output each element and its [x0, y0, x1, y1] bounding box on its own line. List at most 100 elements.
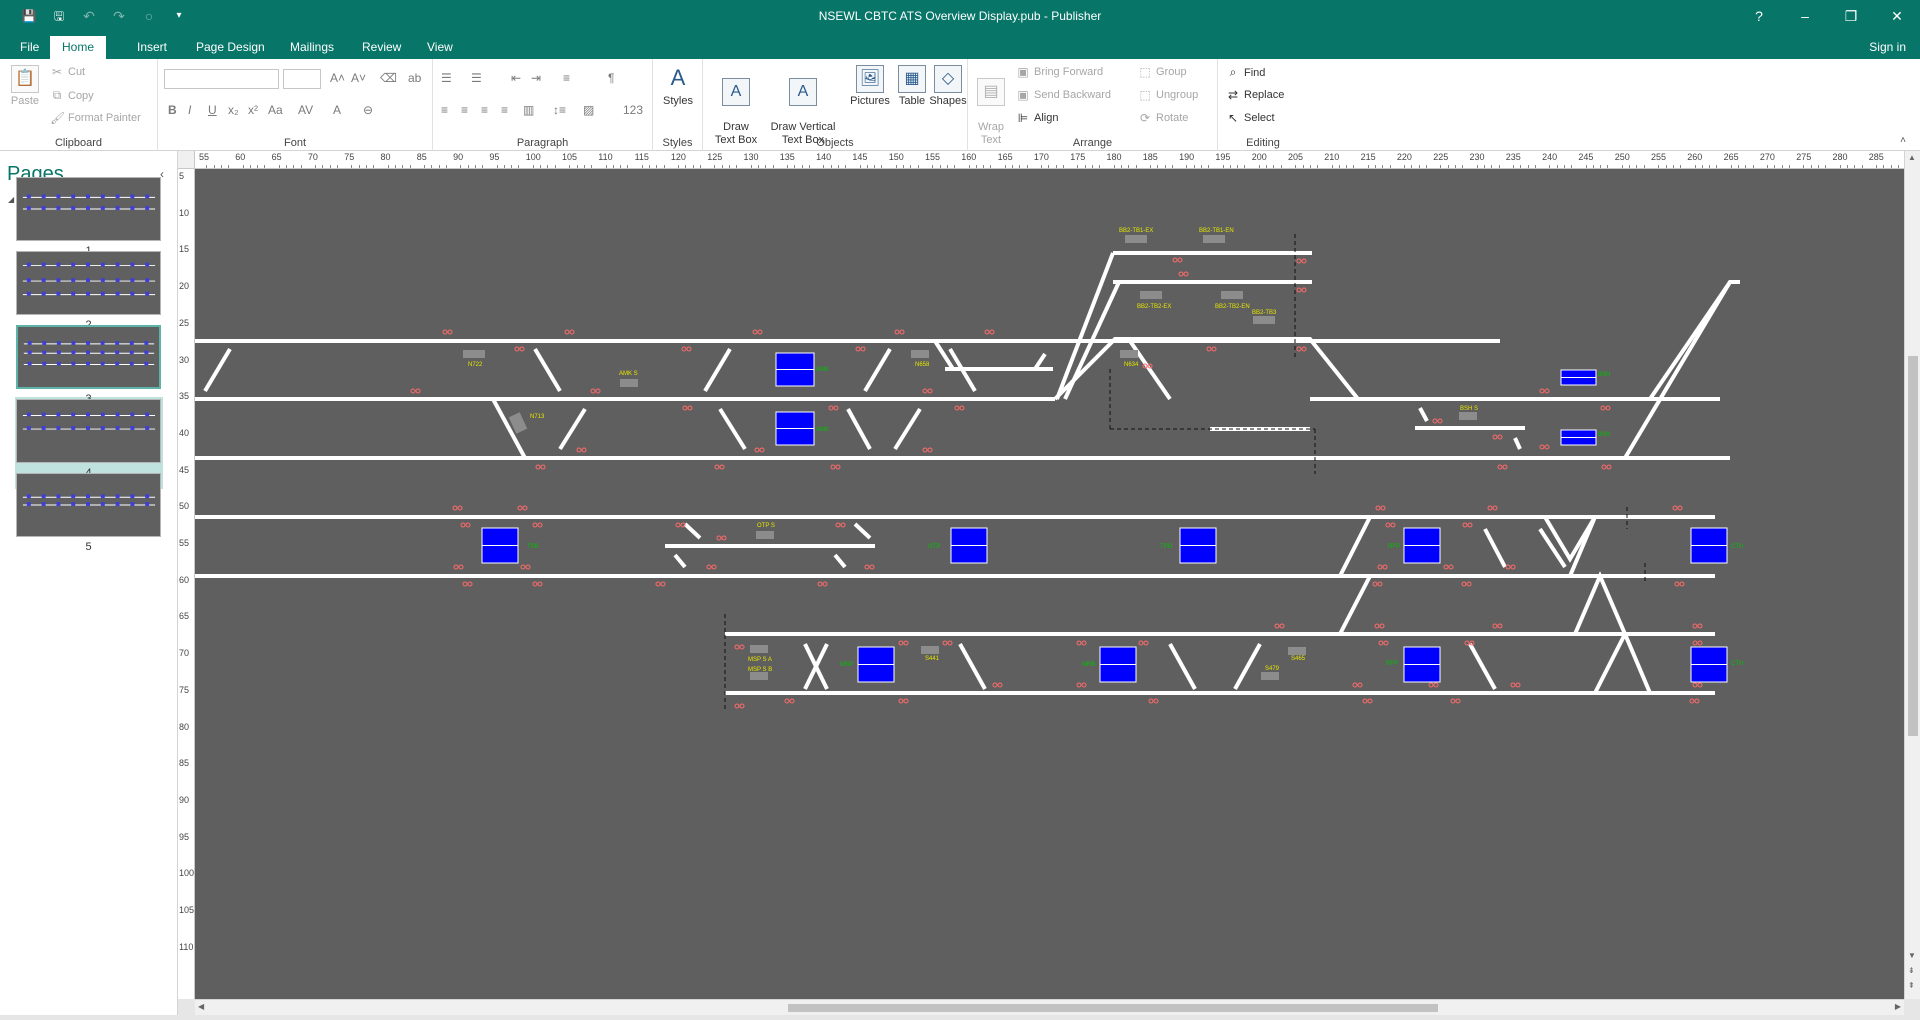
page-thumbnail[interactable] [16, 177, 161, 241]
line-spacing-icon[interactable]: ↕≡ [553, 103, 566, 117]
cut-button[interactable]: ✂ Cut [50, 65, 85, 79]
collapse-ribbon-icon[interactable]: ˄ [1900, 135, 1906, 146]
tab-file[interactable]: File [8, 36, 51, 59]
tab-review[interactable]: Review [350, 36, 413, 59]
sign-in-link[interactable]: Sign in [1869, 36, 1906, 59]
signal-marker [517, 505, 523, 511]
diagram-label: N658 [915, 362, 930, 368]
bring-forward-button[interactable]: ▣ Bring Forward [1016, 65, 1103, 79]
tab-insert[interactable]: Insert [125, 36, 179, 59]
character-spacing-icon[interactable]: AV [298, 103, 313, 117]
restore-button[interactable]: ❐ [1828, 0, 1874, 32]
tab-page-design[interactable]: Page Design [184, 36, 277, 59]
replace-button[interactable]: ⇄ Replace [1226, 88, 1284, 102]
send-backward-button[interactable]: ▣ Send Backward [1016, 88, 1111, 102]
page-up-icon[interactable]: ⇞ [1908, 981, 1915, 990]
font-color-icon[interactable]: A [333, 103, 341, 117]
horizontal-scrollbar[interactable]: ◀ ▶ [195, 999, 1904, 1015]
close-button[interactable]: ✕ [1874, 0, 1920, 32]
signal-marker [1450, 698, 1456, 704]
signal-marker [460, 522, 466, 528]
tab-view[interactable]: View [415, 36, 465, 59]
bullets-icon[interactable]: ☰ [441, 71, 452, 85]
table-button[interactable]: ▦ Table [895, 65, 929, 108]
copy-button[interactable]: ⧉ Copy [50, 88, 94, 103]
ruler-label: 185 [1142, 152, 1158, 162]
shading-icon[interactable]: ▨ [583, 103, 594, 117]
grow-font-icon[interactable]: A˄ [330, 71, 345, 85]
ruler-label: 115 [634, 152, 649, 162]
page-down-icon[interactable]: ⇟ [1908, 966, 1915, 975]
paste-button[interactable]: 📋 Paste [8, 65, 42, 108]
page-canvas[interactable]: BB2-TB1-EX BB2-TB1-EN BB2-TB2-EX BB2-TB2-EN… [195, 169, 1904, 999]
signal-marker [467, 581, 473, 587]
font-size-combo[interactable] [283, 69, 321, 89]
increase-indent-icon[interactable]: ⇥ [531, 71, 541, 85]
draw-vertical-text-box-button[interactable]: A Draw Vertical Text Box [763, 65, 843, 147]
superscript-icon[interactable]: x² [248, 103, 258, 117]
vertical-ruler[interactable]: 5 10 15 20 25 30 35 40 45 50 55 60 65 70 75 80 85 90 95 100… [178, 169, 195, 999]
horizontal-ruler[interactable]: 55 60 65 70 75 80 85 90 95 100 105 110 115 120 125 130 1… [195, 151, 1904, 169]
track-segment [1418, 407, 1429, 422]
page-thumbnail[interactable] [16, 473, 161, 537]
help-button[interactable]: ? [1736, 0, 1782, 32]
align-right-icon[interactable]: ≡ [481, 103, 488, 117]
scroll-right-icon[interactable]: ▶ [1895, 1002, 1901, 1011]
styles-button[interactable]: A Styles [659, 65, 697, 108]
italic-icon[interactable]: I [188, 103, 191, 117]
pictures-button[interactable]: 🖼 Pictures [848, 65, 892, 108]
vertical-scrollbar[interactable]: ▲ ▼ ⇟ ⇞ [1904, 151, 1920, 999]
underline-icon[interactable]: U [208, 103, 217, 117]
signal-marker [1378, 640, 1384, 646]
clear-format-icon[interactable]: ⌫ [380, 71, 397, 85]
horizontal-scroll-thumb[interactable] [788, 1004, 1438, 1012]
font-name-combo[interactable] [164, 69, 279, 89]
ruler-tick [1026, 165, 1028, 168]
page-thumbnail[interactable] [16, 399, 161, 463]
justify-icon[interactable]: ≡ [501, 103, 508, 117]
decrease-indent-icon[interactable]: ⇤ [511, 71, 521, 85]
symbol-icon[interactable]: ⊖ [363, 103, 373, 117]
tab-home[interactable]: Home [50, 36, 107, 59]
shrink-font-icon[interactable]: A˅ [351, 71, 366, 85]
align-center-icon[interactable]: ≡ [461, 103, 468, 117]
page-thumbnail[interactable] [16, 325, 161, 389]
ruler-tick [373, 165, 375, 168]
bold-icon[interactable]: B [168, 103, 177, 117]
subscript-icon[interactable]: x₂ [228, 103, 239, 117]
group-button[interactable]: ⬚ Group [1138, 65, 1186, 79]
shapes-button[interactable]: ◇ Shapes [929, 65, 967, 108]
columns-icon[interactable]: ≡ [563, 71, 570, 85]
rotate-button[interactable]: ⟳ Rotate [1138, 111, 1188, 125]
scroll-up-icon[interactable]: ▲ [1908, 153, 1916, 162]
spacing-icon[interactable]: ab [408, 71, 421, 85]
align-button[interactable]: ⊫ Align [1016, 111, 1059, 125]
find-button[interactable]: ⌕ Find [1226, 65, 1266, 80]
signal-marker [894, 329, 900, 335]
ungroup-button[interactable]: ⬚ Ungroup [1138, 88, 1198, 102]
scroll-down-icon[interactable]: ▼ [1908, 951, 1916, 960]
minimize-button[interactable]: – [1782, 0, 1828, 32]
number-style-icon[interactable]: 123 [623, 103, 643, 117]
ruler-label: 145 [852, 152, 868, 162]
align-left-icon[interactable]: ≡ [441, 103, 448, 117]
wrap-text-button[interactable]: ▤ Wrap Text [974, 65, 1008, 147]
ruler-tick [641, 165, 643, 168]
tab-mailings[interactable]: Mailings [278, 36, 346, 59]
numbering-icon[interactable]: ☰ [471, 71, 482, 85]
vertical-scroll-thumb[interactable] [1908, 356, 1918, 736]
page-thumbnail[interactable] [16, 251, 161, 315]
change-case-icon[interactable]: Aa [268, 103, 283, 117]
ruler-tick [1491, 165, 1493, 168]
diagram-label: MSP [840, 662, 853, 668]
draw-text-box-button[interactable]: A Draw Text Box [711, 65, 761, 147]
format-painter-button[interactable]: 🖌 Format Painter [50, 111, 141, 125]
select-button[interactable]: ↖ Select [1226, 111, 1275, 125]
pilcrow-icon[interactable]: ¶ [608, 71, 614, 85]
scroll-left-icon[interactable]: ◀ [198, 1002, 204, 1011]
distribute-icon[interactable]: ▥ [523, 103, 534, 117]
ruler-label: 150 [888, 152, 904, 162]
ruler-tick [482, 165, 484, 168]
ruler-tick [1418, 165, 1420, 168]
shapes-label: Shapes [929, 95, 967, 107]
